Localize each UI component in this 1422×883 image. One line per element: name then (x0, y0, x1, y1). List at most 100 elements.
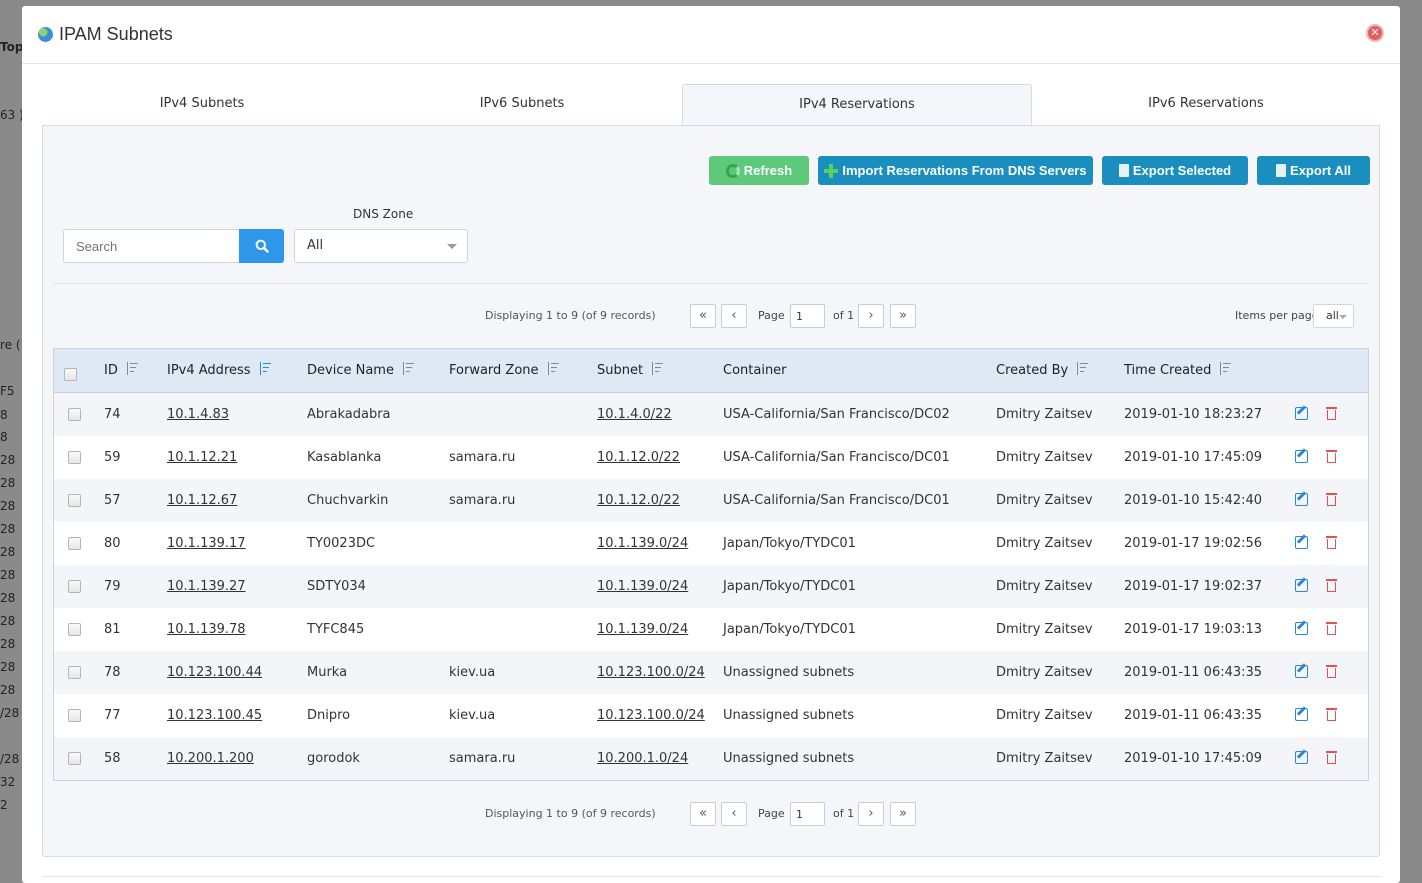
edit-icon[interactable] (1295, 407, 1308, 420)
edit-icon[interactable] (1295, 579, 1308, 592)
refresh-icon (725, 163, 740, 178)
column-header-ipv4-address[interactable]: IPv4 Address (167, 349, 271, 393)
row-checkbox[interactable] (68, 580, 81, 593)
subnet-link[interactable]: 10.200.1.0/24 (597, 751, 688, 766)
subnet-cell[interactable]: 10.1.139.0/24 (597, 522, 688, 565)
divider (42, 876, 1380, 877)
row-checkbox[interactable] (68, 537, 81, 550)
row-checkbox[interactable] (68, 494, 81, 507)
background-text: /28 (0, 706, 20, 720)
subnet-link[interactable]: 10.123.100.0/24 (597, 665, 705, 680)
row-checkbox[interactable] (68, 709, 81, 722)
last-page-button[interactable]: » (890, 304, 916, 328)
items-per-page-select[interactable]: all (1313, 304, 1354, 328)
first-page-button[interactable]: « (690, 304, 716, 328)
import-reservations-button[interactable]: Import Reservations From DNS Servers (818, 156, 1093, 185)
export-selected-button[interactable]: Export Selected (1102, 156, 1248, 185)
subnet-cell[interactable]: 10.1.12.0/22 (597, 479, 680, 522)
delete-icon[interactable] (1326, 579, 1337, 592)
page-input[interactable] (790, 304, 825, 328)
ipv4-address-cell[interactable]: 10.1.12.21 (167, 436, 237, 479)
delete-icon[interactable] (1326, 708, 1337, 721)
tab-ipv6-reservations[interactable]: IPv6 Reservations (1032, 84, 1380, 126)
column-header-time-created[interactable]: Time Created (1124, 349, 1232, 393)
last-page-button[interactable]: » (890, 802, 916, 826)
page-input[interactable] (790, 802, 825, 826)
ipv4-address-link[interactable]: 10.1.12.67 (167, 493, 237, 508)
tab-ipv4-reservations[interactable]: IPv4 Reservations (682, 84, 1032, 126)
subnet-cell[interactable]: 10.1.139.0/24 (597, 608, 688, 651)
refresh-button[interactable]: Refresh (709, 156, 809, 185)
ipv4-address-cell[interactable]: 10.1.4.83 (167, 393, 229, 436)
ipv4-address-link[interactable]: 10.1.139.78 (167, 622, 246, 637)
delete-icon[interactable] (1326, 622, 1337, 635)
row-checkbox[interactable] (68, 623, 81, 636)
delete-icon[interactable] (1326, 450, 1337, 463)
edit-icon[interactable] (1295, 751, 1308, 764)
ipv4-address-link[interactable]: 10.123.100.45 (167, 708, 262, 723)
ipv4-address-cell[interactable]: 10.1.139.78 (167, 608, 246, 651)
subnet-link[interactable]: 10.1.139.0/24 (597, 622, 688, 637)
edit-icon[interactable] (1295, 450, 1308, 463)
subnet-link[interactable]: 10.1.4.0/22 (597, 407, 672, 422)
subnet-link[interactable]: 10.1.12.0/22 (597, 450, 680, 465)
ipv4-address-cell[interactable]: 10.1.12.67 (167, 479, 237, 522)
ipv4-address-cell[interactable]: 10.123.100.45 (167, 694, 262, 737)
row-checkbox[interactable] (68, 666, 81, 679)
export-all-button[interactable]: Export All (1257, 156, 1370, 185)
next-page-button[interactable]: › (858, 802, 884, 826)
delete-icon[interactable] (1326, 536, 1337, 549)
edit-icon[interactable] (1295, 493, 1308, 506)
column-header-subnet[interactable]: Subnet (597, 349, 664, 393)
row-checkbox[interactable] (68, 408, 81, 421)
subnet-cell[interactable]: 10.1.12.0/22 (597, 436, 680, 479)
column-header-id[interactable]: ID (104, 349, 138, 393)
edit-icon[interactable] (1295, 665, 1308, 678)
ipv4-address-link[interactable]: 10.123.100.44 (167, 665, 262, 680)
ipv4-address-link[interactable]: 10.1.139.27 (167, 579, 246, 594)
column-header-forward-zone[interactable]: Forward Zone (449, 349, 559, 393)
subnet-link[interactable]: 10.1.139.0/24 (597, 536, 688, 551)
close-icon[interactable]: ✕ (1366, 24, 1384, 42)
edit-icon[interactable] (1295, 536, 1308, 549)
subnet-link[interactable]: 10.1.139.0/24 (597, 579, 688, 594)
ipv4-address-link[interactable]: 10.200.1.200 (167, 751, 254, 766)
delete-icon[interactable] (1326, 407, 1337, 420)
background-text: 32 (0, 775, 16, 789)
subnet-link[interactable]: 10.123.100.0/24 (597, 708, 705, 723)
edit-icon[interactable] (1295, 708, 1308, 721)
dns-zone-select[interactable]: All (294, 229, 468, 263)
first-page-button[interactable]: « (690, 802, 716, 826)
subnet-cell[interactable]: 10.123.100.0/24 (597, 694, 705, 737)
select-all-checkbox[interactable] (64, 368, 77, 381)
tab-ipv6-subnets[interactable]: IPv6 Subnets (362, 84, 682, 126)
cell-device-name: TY0023DC (307, 536, 376, 551)
subnet-link[interactable]: 10.1.12.0/22 (597, 493, 680, 508)
tab-ipv4-subnets[interactable]: IPv4 Subnets (42, 84, 362, 126)
delete-icon[interactable] (1326, 751, 1337, 764)
edit-icon[interactable] (1295, 622, 1308, 635)
subnet-cell[interactable]: 10.123.100.0/24 (597, 651, 705, 694)
subnet-cell[interactable]: 10.1.4.0/22 (597, 393, 672, 436)
column-header-device-name[interactable]: Device Name (307, 349, 414, 393)
ipv4-address-link[interactable]: 10.1.12.21 (167, 450, 237, 465)
search-input[interactable] (63, 229, 240, 263)
subnet-cell[interactable]: 10.1.139.0/24 (597, 565, 688, 608)
ipv4-address-cell[interactable]: 10.200.1.200 (167, 737, 254, 780)
ipv4-address-cell[interactable]: 10.1.139.27 (167, 565, 246, 608)
column-header-created-by[interactable]: Created By (996, 349, 1089, 393)
delete-icon[interactable] (1326, 493, 1337, 506)
ipv4-address-link[interactable]: 10.1.139.17 (167, 536, 246, 551)
row-checkbox[interactable] (68, 451, 81, 464)
prev-page-button[interactable]: ‹ (721, 802, 747, 826)
ipv4-address-link[interactable]: 10.1.4.83 (167, 407, 229, 422)
delete-icon[interactable] (1326, 665, 1337, 678)
ipv4-address-cell[interactable]: 10.1.139.17 (167, 522, 246, 565)
ipv4-address-cell[interactable]: 10.123.100.44 (167, 651, 262, 694)
background-text: 28 (0, 660, 16, 674)
subnet-cell[interactable]: 10.200.1.0/24 (597, 737, 688, 780)
search-button[interactable] (239, 229, 284, 263)
next-page-button[interactable]: › (858, 304, 884, 328)
row-checkbox[interactable] (68, 752, 81, 765)
prev-page-button[interactable]: ‹ (721, 304, 747, 328)
